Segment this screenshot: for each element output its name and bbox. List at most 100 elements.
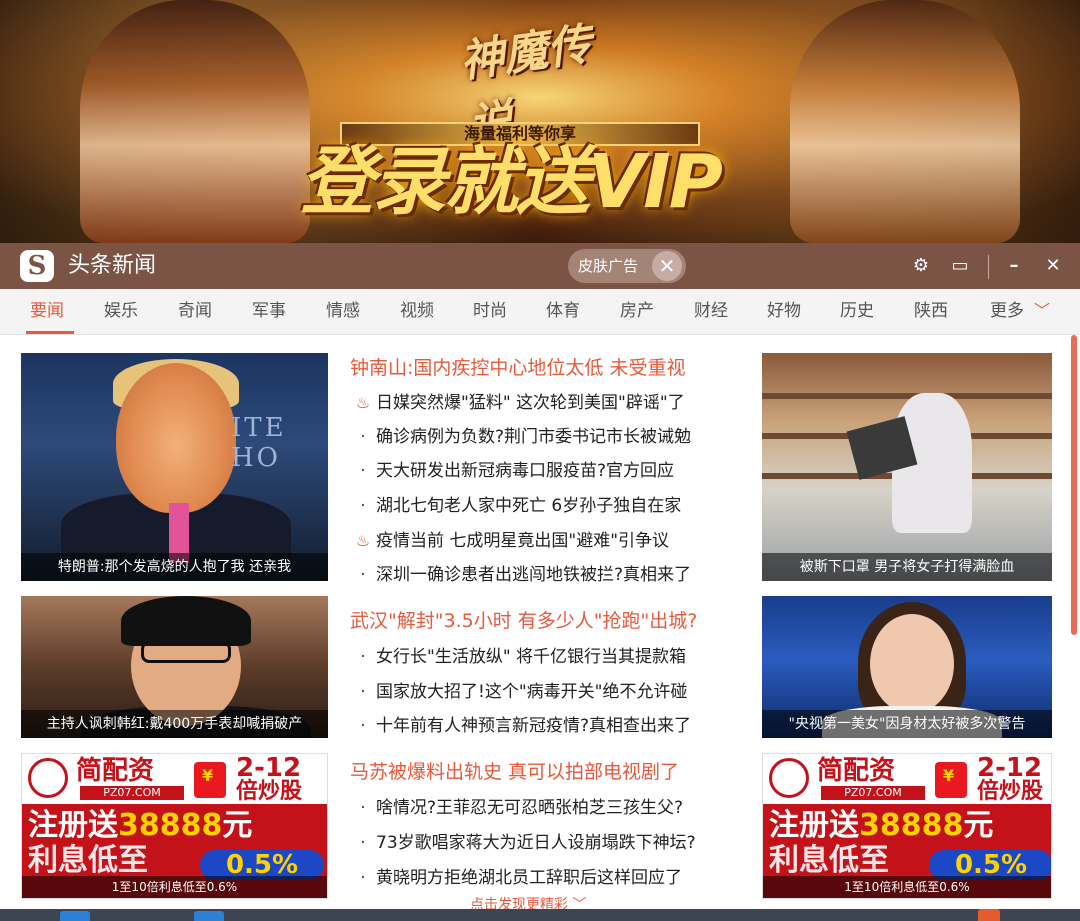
tab-fangchan[interactable]: 房产: [620, 299, 654, 323]
ad-card[interactable]: 简配资 PZ07.COM ¥ 2-12 倍炒股 注册送38888元 利息低至 0…: [21, 753, 328, 899]
ad-range-label: 倍炒股: [236, 779, 303, 804]
news-item-title[interactable]: 十年前有人神预言新冠疫情?真相查出来了: [376, 716, 691, 736]
headline-link[interactable]: 武汉"解封"3.5小时 有多少人"抢跑"出城?: [350, 608, 697, 634]
ad-register-prefix: 注册送: [28, 808, 118, 843]
news-item[interactable]: · 湖北七旬老人家中死亡 6岁孙子独自在家: [350, 494, 681, 518]
banner-character-right: [790, 0, 1020, 243]
news-item[interactable]: · 十年前有人神预言新冠疫情?真相查出来了: [350, 714, 691, 738]
news-item-title[interactable]: 深圳一确诊患者出逃闯地铁被拦?真相来了: [376, 565, 691, 585]
card-caption[interactable]: "央视第一美女"因身材太好被多次警告: [762, 710, 1052, 738]
news-item-title[interactable]: 确诊病例为负数?荆门市委书记市长被诫勉: [376, 427, 691, 447]
tab-haowu[interactable]: 好物: [767, 299, 801, 323]
news-item[interactable]: · 国家放大招了!这个"病毒开关"绝不允许碰: [350, 680, 687, 704]
news-item-title[interactable]: 日媒突然爆"猛料" 这次轮到美国"辟谣"了: [376, 393, 685, 413]
minimize-icon[interactable]: –: [1001, 253, 1027, 279]
news-item-title[interactable]: 女行长"生活放纵" 将千亿银行当其提款箱: [376, 647, 686, 667]
tab-caijing[interactable]: 财经: [694, 299, 728, 323]
ad-brand-domain: PZ07.COM: [80, 786, 184, 800]
bullet-dot: ·: [360, 461, 366, 481]
news-item-title[interactable]: 天大研发出新冠病毒口服疫苗?官方回应: [376, 461, 674, 481]
sogou-logo-icon: S: [20, 250, 54, 282]
image-background-text: ITE HO: [231, 413, 287, 473]
card-caption[interactable]: 被斯下口罩 男子将女子打得满脸血: [762, 553, 1052, 581]
tab-more[interactable]: 更多: [990, 299, 1024, 323]
news-item[interactable]: ♨ 日媒突然爆"猛料" 这次轮到美国"辟谣"了: [350, 391, 685, 415]
bullet-dot: ·: [360, 833, 366, 853]
ad-brand-domain: PZ07.COM: [821, 786, 925, 800]
taskbar-sogou-icon[interactable]: [978, 909, 1000, 921]
titlebar-separator: [988, 255, 989, 279]
ad-register-offer: 注册送38888元: [769, 808, 993, 844]
skin-ad-pill[interactable]: 皮肤广告 ✕: [568, 249, 686, 283]
ad-register-amount: 38888: [118, 808, 223, 843]
chevron-down-icon[interactable]: ﹀: [1034, 299, 1050, 323]
bullet-dot: ·: [360, 716, 366, 736]
tab-shipin[interactable]: 视频: [400, 299, 434, 323]
skin-ad-banner[interactable]: 神魔传说 海量福利等你享 登录就送VIP: [0, 0, 1080, 243]
close-icon[interactable]: ✕: [1040, 253, 1066, 279]
tab-tiyu[interactable]: 体育: [546, 299, 580, 323]
news-item[interactable]: · 女行长"生活放纵" 将千亿银行当其提款箱: [350, 645, 686, 669]
news-item-title[interactable]: 黄晓明方拒绝湖北员工辞职后这样回应了: [376, 868, 682, 888]
scrollbar-thumb[interactable]: [1071, 335, 1077, 635]
headline-link[interactable]: 钟南山:国内疾控中心地位太低 未受重视: [350, 355, 685, 381]
news-item-title[interactable]: 疫情当前 七成明星竟出国"避难"引争议: [376, 531, 669, 551]
taskbar-app-icon[interactable]: [194, 911, 224, 921]
yuan-icon: ¥: [943, 766, 955, 785]
ad-register-offer: 注册送38888元: [28, 808, 252, 844]
skin-ad-close-icon[interactable]: ✕: [652, 251, 682, 281]
feedback-icon[interactable]: ▭: [947, 253, 973, 279]
tab-qiwen[interactable]: 奇闻: [178, 299, 212, 323]
bullet-dot: ·: [360, 647, 366, 667]
os-taskbar: [0, 909, 1080, 921]
news-item-title[interactable]: 73岁歌唱家蒋大为近日人设崩塌跌下神坛?: [376, 833, 696, 853]
tab-shishang[interactable]: 时尚: [473, 299, 507, 323]
card-caption[interactable]: 1至10倍利息低至0.6%: [763, 876, 1051, 898]
card-caption[interactable]: 主持人讽刺韩红:戴400万手表却喊捐破产: [21, 710, 328, 738]
settings-gear-icon[interactable]: ⚙: [908, 253, 934, 279]
banner-headline: 登录就送VIP: [300, 139, 723, 225]
tab-qinggan[interactable]: 情感: [326, 299, 360, 323]
bullet-dot: ·: [360, 496, 366, 516]
tab-yaowen[interactable]: 要闻: [30, 299, 64, 323]
news-content: ITE HO 特朗普:那个发高烧的人抱了我 还亲我 主持人讽刺韩红:戴400万手…: [0, 335, 1080, 921]
banner-character-left: [80, 0, 310, 243]
news-image-card[interactable]: ITE HO 特朗普:那个发高烧的人抱了我 还亲我: [21, 353, 328, 581]
news-item[interactable]: · 73岁歌唱家蒋大为近日人设崩塌跌下神坛?: [350, 831, 696, 855]
taskbar-app-icon[interactable]: [60, 911, 90, 921]
news-item[interactable]: · 啥情况?王菲忍无可忍晒张柏芝三孩生父?: [350, 796, 683, 820]
tab-junshi[interactable]: 军事: [252, 299, 286, 323]
ad-card[interactable]: 简配资 PZ07.COM ¥ 2-12 倍炒股 注册送38888元 利息低至 0…: [762, 753, 1052, 899]
ad-register-prefix: 注册送: [769, 808, 859, 843]
news-item[interactable]: · 深圳一确诊患者出逃闯地铁被拦?真相来了: [350, 563, 691, 587]
fire-icon: ♨: [355, 531, 371, 550]
news-item[interactable]: ♨ 疫情当前 七成明星竟出国"避难"引争议: [350, 529, 669, 553]
bullet-dot: ·: [360, 798, 366, 818]
ad-range-label: 倍炒股: [977, 779, 1044, 804]
news-image-card[interactable]: 被斯下口罩 男子将女子打得满脸血: [762, 353, 1052, 581]
ad-rate-text: 利息低至: [28, 843, 148, 878]
card-caption[interactable]: 特朗普:那个发高烧的人抱了我 还亲我: [21, 553, 328, 581]
image-glasses: [141, 641, 231, 663]
news-item[interactable]: · 黄晓明方拒绝湖北员工辞职后这样回应了: [350, 866, 682, 890]
card-caption[interactable]: 1至10倍利息低至0.6%: [22, 876, 327, 898]
tab-yule[interactable]: 娱乐: [104, 299, 138, 323]
ad-register-suffix: 元: [222, 808, 253, 843]
news-item-title[interactable]: 啥情况?王菲忍无可忍晒张柏芝三孩生父?: [376, 798, 683, 818]
skin-ad-label[interactable]: 皮肤广告: [578, 256, 638, 276]
news-item-title[interactable]: 湖北七旬老人家中死亡 6岁孙子独自在家: [376, 496, 681, 516]
ad-register-amount: 38888: [859, 808, 964, 843]
tab-shaanxi[interactable]: 陕西: [914, 299, 948, 323]
news-item[interactable]: · 天大研发出新冠病毒口服疫苗?官方回应: [350, 459, 674, 483]
bullet-dot: ·: [360, 682, 366, 702]
tab-lishi[interactable]: 历史: [840, 299, 874, 323]
image-hair: [121, 596, 251, 646]
news-image-card[interactable]: 主持人讽刺韩红:戴400万手表却喊捐破产: [21, 596, 328, 738]
headline-link[interactable]: 马苏被爆料出轨史 真可以拍部电视剧了: [350, 759, 679, 785]
bullet-dot: ·: [360, 565, 366, 585]
news-item-title[interactable]: 国家放大招了!这个"病毒开关"绝不允许碰: [376, 682, 687, 702]
news-item[interactable]: · 确诊病例为负数?荆门市委书记市长被诫勉: [350, 425, 691, 449]
news-image-card[interactable]: "央视第一美女"因身材太好被多次警告: [762, 596, 1052, 738]
headline-column: 钟南山:国内疾控中心地位太低 未受重视 ♨ 日媒突然爆"猛料" 这次轮到美国"辟谣…: [350, 353, 740, 893]
yuan-icon: ¥: [202, 766, 214, 785]
